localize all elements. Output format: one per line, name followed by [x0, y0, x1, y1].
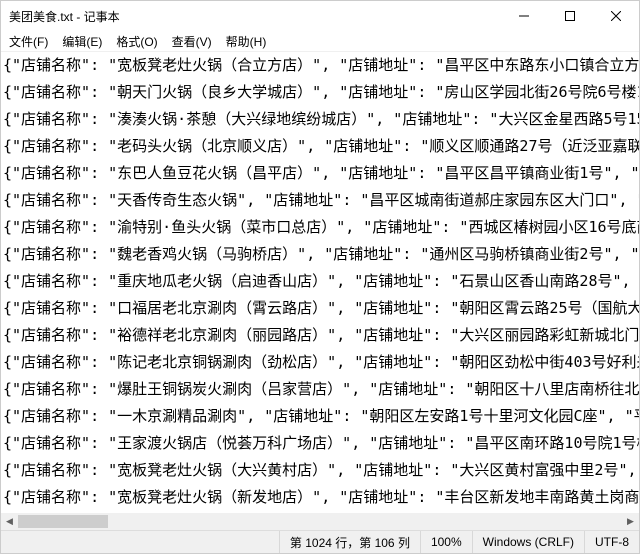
- text-line: {"店铺名称": "陈记老北京铜锅涮肉（劲松店）", "店铺地址": "朝阳区劲…: [3, 349, 639, 376]
- scroll-thumb[interactable]: [18, 515, 108, 528]
- maximize-icon: [565, 11, 575, 21]
- text-line: {"店铺名称": "裕德祥老北京涮肉（丽园路店）", "店铺地址": "大兴区丽…: [3, 322, 639, 349]
- text-line: {"店铺名称": "朝天门火锅（良乡大学城店）", "店铺地址": "房山区学园…: [3, 79, 639, 106]
- text-line: {"店铺名称": "宽板凳老灶火锅（合立方店）", "店铺地址": "昌平区中东…: [3, 52, 639, 79]
- text-line: {"店铺名称": "王家渡火锅店（悦荟万科广场店）", "店铺地址": "昌平区…: [3, 430, 639, 457]
- text-line: {"店铺名称": "东巴人鱼豆花火锅（昌平店）", "店铺地址": "昌平区昌平…: [3, 160, 639, 187]
- status-lineend: Windows (CRLF): [472, 531, 584, 553]
- scroll-left-icon[interactable]: ◀: [1, 513, 18, 530]
- menu-help[interactable]: 帮助(H): [220, 31, 273, 52]
- menu-edit[interactable]: 编辑(E): [56, 31, 108, 52]
- text-line: {"店铺名称": "一木京涮精品涮肉", "店铺地址": "朝阳区左安路1号十里…: [3, 403, 639, 430]
- minimize-button[interactable]: [501, 1, 547, 31]
- menu-view[interactable]: 查看(V): [166, 31, 218, 52]
- menu-format[interactable]: 格式(O): [110, 31, 163, 52]
- text-line: {"店铺名称": "魏老香鸡火锅（马驹桥店）", "店铺地址": "通州区马驹桥…: [3, 241, 639, 268]
- text-line: {"店铺名称": "天香传奇生态火锅", "店铺地址": "昌平区城南街道郝庄家…: [3, 187, 639, 214]
- text-line: {"店铺名称": "爆肚王铜锅炭火涮肉（吕家营店）", "店铺地址": "朝阳区…: [3, 376, 639, 403]
- scroll-track[interactable]: [18, 513, 622, 530]
- title-bar: 美团美食.txt - 记事本: [1, 1, 639, 31]
- menu-bar: 文件(F) 编辑(E) 格式(O) 查看(V) 帮助(H): [1, 31, 639, 51]
- text-line: {"店铺名称": "宽板凳老灶火锅（大兴黄村店）", "店铺地址": "大兴区黄…: [3, 457, 639, 484]
- status-position: 第 1024 行，第 106 列: [279, 531, 420, 553]
- minimize-icon: [519, 11, 529, 21]
- status-encoding: UTF-8: [584, 531, 639, 553]
- text-line: {"店铺名称": "宽板凳老灶火锅（新发地店）", "店铺地址": "丰台区新发…: [3, 484, 639, 511]
- text-line: {"店铺名称": "重庆地瓜老火锅（启迪香山店）", "店铺地址": "石景山区…: [3, 268, 639, 295]
- close-icon: [611, 11, 621, 21]
- status-bar: 第 1024 行，第 106 列 100% Windows (CRLF) UTF…: [1, 530, 639, 553]
- close-button[interactable]: [593, 1, 639, 31]
- window-title: 美团美食.txt - 记事本: [9, 8, 501, 25]
- maximize-button[interactable]: [547, 1, 593, 31]
- scroll-right-icon[interactable]: ▶: [622, 513, 639, 530]
- text-area-wrap: {"店铺名称": "宽板凳老灶火锅（合立方店）", "店铺地址": "昌平区中东…: [1, 51, 639, 513]
- text-area[interactable]: {"店铺名称": "宽板凳老灶火锅（合立方店）", "店铺地址": "昌平区中东…: [1, 52, 639, 513]
- status-zoom: 100%: [420, 531, 472, 553]
- menu-file[interactable]: 文件(F): [3, 31, 54, 52]
- text-line: {"店铺名称": "口福居老北京涮肉（霄云路店）", "店铺地址": "朝阳区霄…: [3, 295, 639, 322]
- text-line: {"店铺名称": "老码头火锅（北京顺义店）", "店铺地址": "顺义区顺通路…: [3, 133, 639, 160]
- text-line: {"店铺名称": "湊湊火锅·茶憩（大兴绿地缤纷城店）", "店铺地址": "大…: [3, 106, 639, 133]
- text-line: {"店铺名称": "渝特别·鱼头火锅（菜市口总店）", "店铺地址": "西城区…: [3, 214, 639, 241]
- horizontal-scrollbar[interactable]: ◀ ▶: [1, 513, 639, 530]
